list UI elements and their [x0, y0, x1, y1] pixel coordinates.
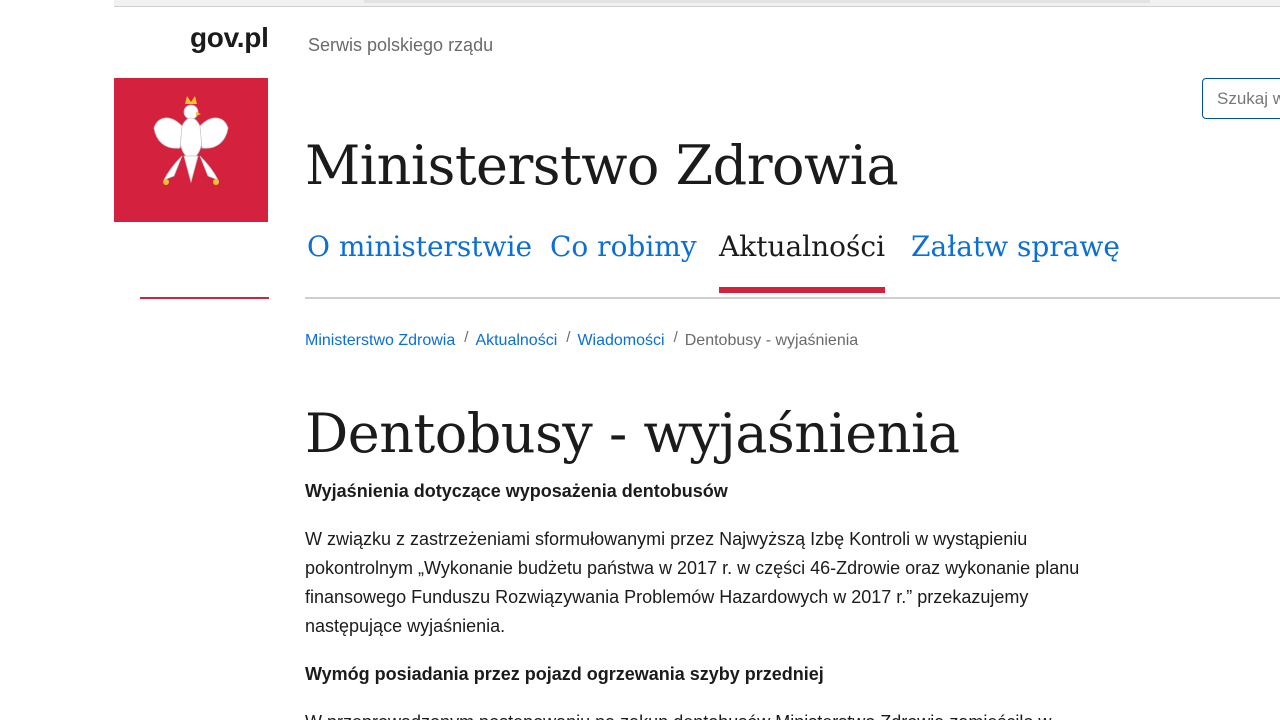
- eagle-left-leg: [163, 155, 183, 181]
- breadcrumb-link-ministerstwo[interactable]: Ministerstwo Zdrowia: [305, 332, 455, 349]
- gov-pl-logo[interactable]: gov.pl: [190, 22, 269, 54]
- nav-item-zalatw-sprawe[interactable]: Załatw sprawę: [911, 222, 1120, 298]
- gov-tagline: Serwis polskiego rządu: [308, 35, 494, 55]
- eagle-right-leg: [199, 155, 219, 181]
- top-strip-bar: [364, 0, 1150, 3]
- eagle-right-foot: [213, 179, 219, 185]
- search-input[interactable]: [1202, 78, 1280, 119]
- breadcrumb-current: Dentobusy - wyjaśnienia: [684, 332, 859, 349]
- breadcrumb-separator: /: [566, 329, 571, 346]
- polish-eagle-emblem[interactable]: [114, 78, 268, 222]
- crown-shape: [185, 96, 197, 104]
- article-paragraph: W związku z zastrzeżeniami sformułowanym…: [305, 529, 1080, 636]
- main-nav: O ministerstwie Co robimy Aktualności Za…: [305, 222, 1280, 298]
- breadcrumb-separator: /: [673, 329, 678, 346]
- breadcrumb-link-aktualnosci[interactable]: Aktualności: [475, 332, 557, 349]
- article-subheading: Wymóg posiadania przez pojazd ogrzewania…: [305, 664, 824, 684]
- left-accent-line: [140, 297, 269, 299]
- eagle-body: [179, 117, 203, 159]
- article-body: Wyjaśnienia dotyczące wyposażenia dentob…: [305, 477, 1095, 720]
- nav-divider: [305, 297, 1280, 299]
- browser-top-strip: [114, 0, 1280, 7]
- breadcrumb-link-wiadomosci[interactable]: Wiadomości: [577, 332, 664, 349]
- eagle-head: [183, 104, 199, 120]
- breadcrumb: Ministerstwo Zdrowia / Aktualności / Wiadomo…: [305, 329, 859, 350]
- eagle-left-wing: [153, 117, 183, 149]
- breadcrumb-separator: /: [464, 329, 469, 346]
- article-paragraph: W przeprowadzonym postępowaniu na zakup …: [305, 708, 1095, 720]
- article-lead: Wyjaśnienia dotyczące wyposażenia dentob…: [305, 481, 728, 501]
- eagle-beak: [196, 112, 201, 116]
- eagle-icon: [153, 96, 229, 185]
- nav-item-co-robimy[interactable]: Co robimy: [550, 222, 697, 298]
- article-title: Dentobusy - wyjaśnienia: [305, 402, 960, 465]
- eagle-right-wing: [199, 117, 229, 149]
- nav-item-aktualnosci[interactable]: Aktualności: [719, 222, 886, 298]
- ministry-title: Ministerstwo Zdrowia: [305, 134, 899, 197]
- nav-item-o-ministerstwie[interactable]: O ministerstwie: [307, 222, 532, 298]
- eagle-tail: [183, 155, 199, 184]
- eagle-left-foot: [163, 179, 169, 185]
